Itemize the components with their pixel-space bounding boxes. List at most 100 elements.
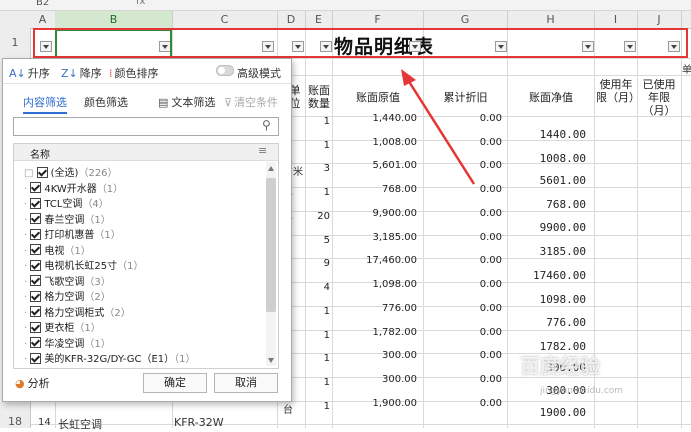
filter-item-label: 春兰空调	[44, 214, 85, 226]
column-header-f[interactable]: F	[332, 11, 424, 28]
last-row-index: 14	[38, 417, 51, 428]
cell-depreciation: 0.00	[479, 232, 502, 243]
checkbox-checked-icon[interactable]	[30, 213, 42, 224]
cancel-button[interactable]: 取消	[214, 373, 278, 393]
filter-list-item[interactable]: · 更衣柜（1）	[24, 319, 101, 334]
checkbox-checked-icon[interactable]	[30, 306, 42, 317]
column-header-c[interactable]: C	[172, 11, 278, 28]
formula-bar	[0, 0, 691, 11]
row-header-1[interactable]: 1	[0, 36, 30, 49]
filter-item-count: （1）	[74, 323, 101, 334]
row-header-18[interactable]: 18	[0, 415, 30, 428]
color-sort-icon: ⁞	[109, 67, 113, 80]
scrollbar-thumb[interactable]	[266, 178, 276, 312]
sort-descending-button[interactable]: Z↓ 降序	[61, 65, 102, 81]
cell-original-value: 300.00	[382, 350, 417, 361]
column-header-j[interactable]: J	[637, 11, 682, 28]
checkbox-checked-icon[interactable]	[30, 228, 42, 240]
color-sort-button[interactable]: ⁞ 颜色排序	[109, 65, 159, 81]
filter-list-item[interactable]: · 飞歌空调（3）	[24, 273, 111, 288]
filter-item-count: （1）	[84, 214, 111, 226]
checkbox-checked-icon[interactable]	[30, 244, 42, 255]
scroll-up-arrow-icon[interactable]	[268, 166, 274, 171]
checkbox-checked-icon[interactable]	[30, 321, 42, 333]
checkbox-checked-icon[interactable]	[30, 197, 42, 209]
clear-conditions-button[interactable]: ⊽ 清空条件	[224, 94, 278, 110]
checkbox-checked-icon[interactable]	[30, 290, 42, 302]
checkbox-checked-icon[interactable]	[30, 352, 42, 364]
filter-list-item[interactable]: · 4KW开水器（1）	[24, 180, 123, 195]
header-original-value: 账面原值	[356, 91, 400, 104]
pie-chart-icon: ◕	[15, 377, 25, 390]
list-header-label: 名称	[30, 150, 50, 161]
tab-content-filter[interactable]: 内容筛选	[23, 94, 67, 114]
checkbox-checked-icon[interactable]	[36, 166, 48, 178]
filter-value-list[interactable]: 名称 ≡ □ (全选)（226） · 4KW开水器（1） · TCL空调（4） · 春…	[13, 143, 279, 369]
panel-footer: ◕ 分析 确定 取消	[13, 373, 281, 395]
filter-item-count: （2）	[104, 307, 131, 319]
header-service-life: 使用年限（月）	[596, 78, 640, 104]
column-header-a[interactable]: A	[30, 11, 56, 28]
filter-list-item[interactable]: · TCL空调（4）	[24, 195, 109, 210]
last-row-model: KFR-32W	[174, 416, 224, 429]
checkbox-checked-icon[interactable]	[30, 259, 42, 271]
filter-list-item[interactable]: □ (全选)（226）	[24, 164, 118, 179]
cell-depreciation: 0.00	[479, 208, 502, 219]
cell-depreciation: 0.00	[479, 184, 502, 195]
cell-net-value: 1900.00	[539, 406, 586, 419]
cell-depreciation: 0.00	[479, 255, 502, 266]
checkbox-checked-icon[interactable]	[30, 337, 42, 348]
filter-item-label: (全选)	[50, 168, 79, 179]
column-header-d[interactable]: D	[277, 11, 306, 28]
cell-depreciation: 0.00	[479, 279, 502, 290]
cell-original-value: 776.00	[382, 303, 417, 314]
search-icon[interactable]: ⚲	[262, 118, 271, 132]
cell-qty: 9	[323, 258, 330, 269]
checkbox-checked-icon[interactable]	[30, 275, 42, 286]
filter-item-label: 更衣柜	[44, 323, 75, 334]
filter-list-item[interactable]: · 华凌空调（1）	[24, 335, 111, 350]
filter-list-item[interactable]: · 电视（1）	[24, 242, 91, 257]
column-header-g[interactable]: G	[423, 11, 508, 28]
sort-ascending-icon: A↓	[9, 67, 26, 80]
sort-ascending-button[interactable]: A↓ 升序	[9, 65, 50, 81]
filter-list-item[interactable]: · 格力空调（2）	[24, 288, 111, 303]
filter-list-item[interactable]: · 美的KFR-32G/DY-GC（E1）（1）	[24, 350, 196, 365]
sort-descending-icon: Z↓	[61, 67, 78, 80]
column-header-e[interactable]: E	[305, 11, 333, 28]
column-header-h[interactable]: H	[507, 11, 595, 28]
filter-search-input[interactable]	[13, 117, 279, 136]
list-options-icon[interactable]: ≡	[258, 144, 267, 157]
cell-net-value: 9900.00	[539, 221, 586, 234]
filter-item-count: （1）	[117, 261, 144, 272]
filter-item-count: （3）	[84, 276, 111, 288]
fx-icon[interactable]: fx	[136, 0, 145, 7]
column-header-i[interactable]: I	[594, 11, 638, 28]
filter-item-count: （1）	[84, 338, 111, 350]
tab-color-filter[interactable]: 颜色筛选	[84, 94, 128, 110]
filter-list-item[interactable]: · 春兰空调（1）	[24, 211, 111, 226]
cell-qty: 1	[323, 306, 330, 317]
cell-depreciation: 0.00	[479, 350, 502, 361]
cell-original-value: 1,008.00	[372, 137, 417, 148]
analyze-button[interactable]: ◕ 分析	[15, 375, 50, 391]
filter-item-count: （1）	[96, 183, 124, 195]
filter-list-item[interactable]: · 电视机长虹25寸（1）	[24, 257, 143, 272]
checkbox-checked-icon[interactable]	[30, 182, 42, 193]
scroll-down-arrow-icon[interactable]	[268, 358, 274, 363]
advanced-mode-toggle[interactable]	[216, 65, 234, 76]
filter-list-item[interactable]: · 打印机惠普（1）	[24, 226, 121, 241]
text-filter-icon: ▤	[158, 96, 169, 109]
name-box[interactable]: B2	[36, 0, 49, 8]
filter-dropdown-panel[interactable]: A↓ 升序 Z↓ 降序 ⁞ 颜色排序 高级模式 内容筛选 颜色筛选 ▤ 文本筛选 ⊽ 清空…	[2, 58, 292, 402]
list-header: 名称 ≡	[14, 144, 278, 161]
filter-list-item[interactable]: · 格力空调柜式（2）	[24, 304, 131, 319]
text-filter-button[interactable]: ▤ 文本筛选	[158, 94, 215, 110]
tree-connector-icon: □	[24, 168, 37, 179]
cell-depreciation: 0.00	[479, 113, 502, 124]
cell-qty: 1	[323, 330, 330, 341]
ok-button[interactable]: 确定	[143, 373, 207, 393]
cell-depreciation: 0.00	[479, 137, 502, 148]
filter-item-count: （1）	[94, 230, 121, 241]
header-net-value: 账面净值	[529, 91, 573, 104]
